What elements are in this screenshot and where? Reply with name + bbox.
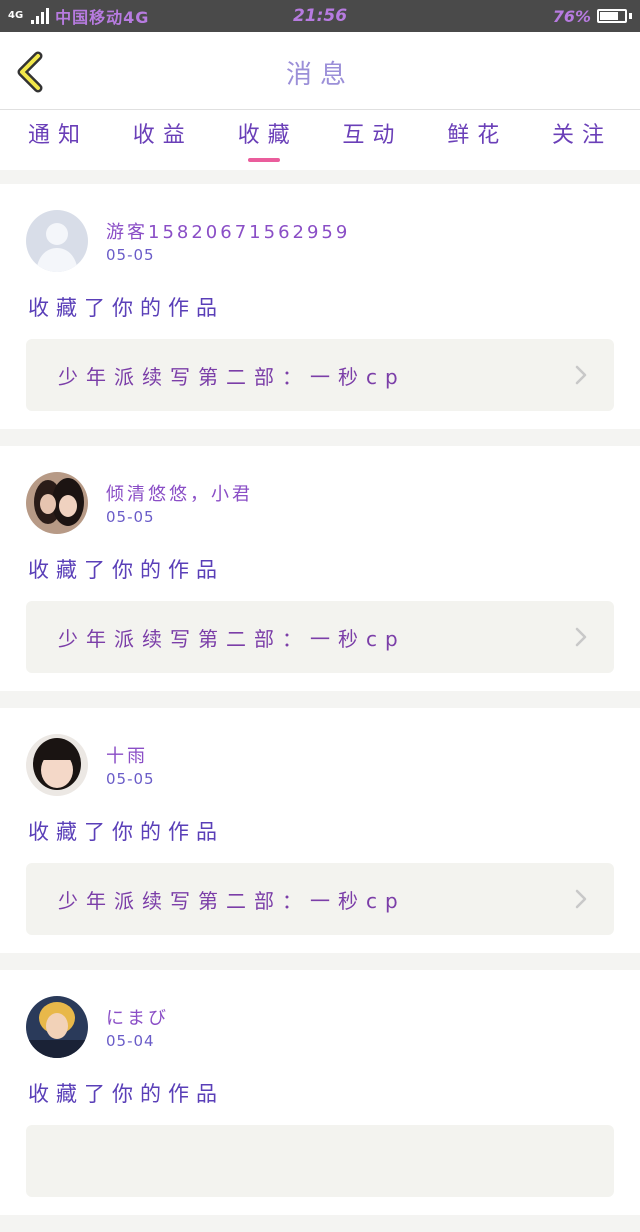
- message-date: 05-05: [106, 508, 155, 526]
- message-action: 收藏了你的作品: [28, 558, 224, 582]
- tab-interactions[interactable]: 互动: [342, 110, 402, 170]
- chevron-right-icon: [575, 365, 587, 385]
- user-photo: [26, 996, 88, 1058]
- nav-bar: 消息: [0, 32, 640, 110]
- message-card: 游客15820671562959 05-05 收藏了你的作品 少年派续写第二部：…: [0, 184, 640, 429]
- message-action: 收藏了你的作品: [28, 1082, 224, 1106]
- tab-favorites[interactable]: 收藏: [238, 110, 298, 170]
- message-card: にまび 05-04 收藏了你的作品: [0, 970, 640, 1215]
- tab-earnings[interactable]: 收益: [133, 110, 193, 170]
- battery-fill: [600, 12, 618, 20]
- battery-tip: [629, 13, 632, 19]
- message-list: 游客15820671562959 05-05 收藏了你的作品 少年派续写第二部：…: [0, 184, 640, 1232]
- avatar[interactable]: [26, 210, 88, 272]
- message-action: 收藏了你的作品: [28, 296, 224, 320]
- user-photo: [26, 472, 88, 534]
- message-card: 倾清悠悠，小君 05-05 收藏了你的作品 少年派续写第二部：一秒cp: [0, 446, 640, 691]
- work-title: 少年派续写第二部：一秒cp: [58, 627, 406, 651]
- work-link[interactable]: 少年派续写第二部：一秒cp: [26, 339, 614, 411]
- user-name[interactable]: 倾清悠悠，小君: [106, 480, 253, 506]
- avatar[interactable]: [26, 996, 88, 1058]
- avatar[interactable]: [26, 472, 88, 534]
- tab-flowers[interactable]: 鲜花: [447, 110, 507, 170]
- status-bar: 4G 中国移动4G 21:56 76%: [0, 0, 640, 32]
- battery-icon: [597, 9, 627, 23]
- page-title: 消息: [285, 60, 354, 90]
- message-action: 收藏了你的作品: [28, 820, 224, 844]
- message-date: 05-05: [106, 246, 155, 264]
- status-right: 76%: [553, 4, 632, 28]
- work-title: 少年派续写第二部：一秒cp: [58, 365, 406, 389]
- default-avatar-icon: [26, 210, 88, 272]
- tab-following[interactable]: 关注: [552, 110, 612, 170]
- user-name[interactable]: 十雨: [106, 742, 148, 768]
- work-title: 少年派续写第二部：一秒cp: [58, 889, 406, 913]
- work-link[interactable]: 少年派续写第二部：一秒cp: [26, 601, 614, 673]
- user-name[interactable]: にまび: [106, 1004, 169, 1030]
- battery-percent: 76%: [552, 6, 591, 26]
- work-link[interactable]: [26, 1125, 614, 1197]
- message-card: 十雨 05-05 收藏了你的作品 少年派续写第二部：一秒cp: [0, 708, 640, 953]
- tab-notifications[interactable]: 通知: [28, 110, 88, 170]
- avatar[interactable]: [26, 734, 88, 796]
- chevron-right-icon: [575, 627, 587, 647]
- user-photo: [26, 734, 88, 796]
- message-date: 05-05: [106, 770, 155, 788]
- chevron-right-icon: [575, 889, 587, 909]
- message-date: 05-04: [106, 1032, 155, 1050]
- work-link[interactable]: 少年派续写第二部：一秒cp: [26, 863, 614, 935]
- status-clock: 21:56: [292, 6, 348, 26]
- user-name[interactable]: 游客15820671562959: [106, 218, 350, 244]
- tab-bar: 通知 收益 收藏 互动 鲜花 关注: [0, 110, 640, 170]
